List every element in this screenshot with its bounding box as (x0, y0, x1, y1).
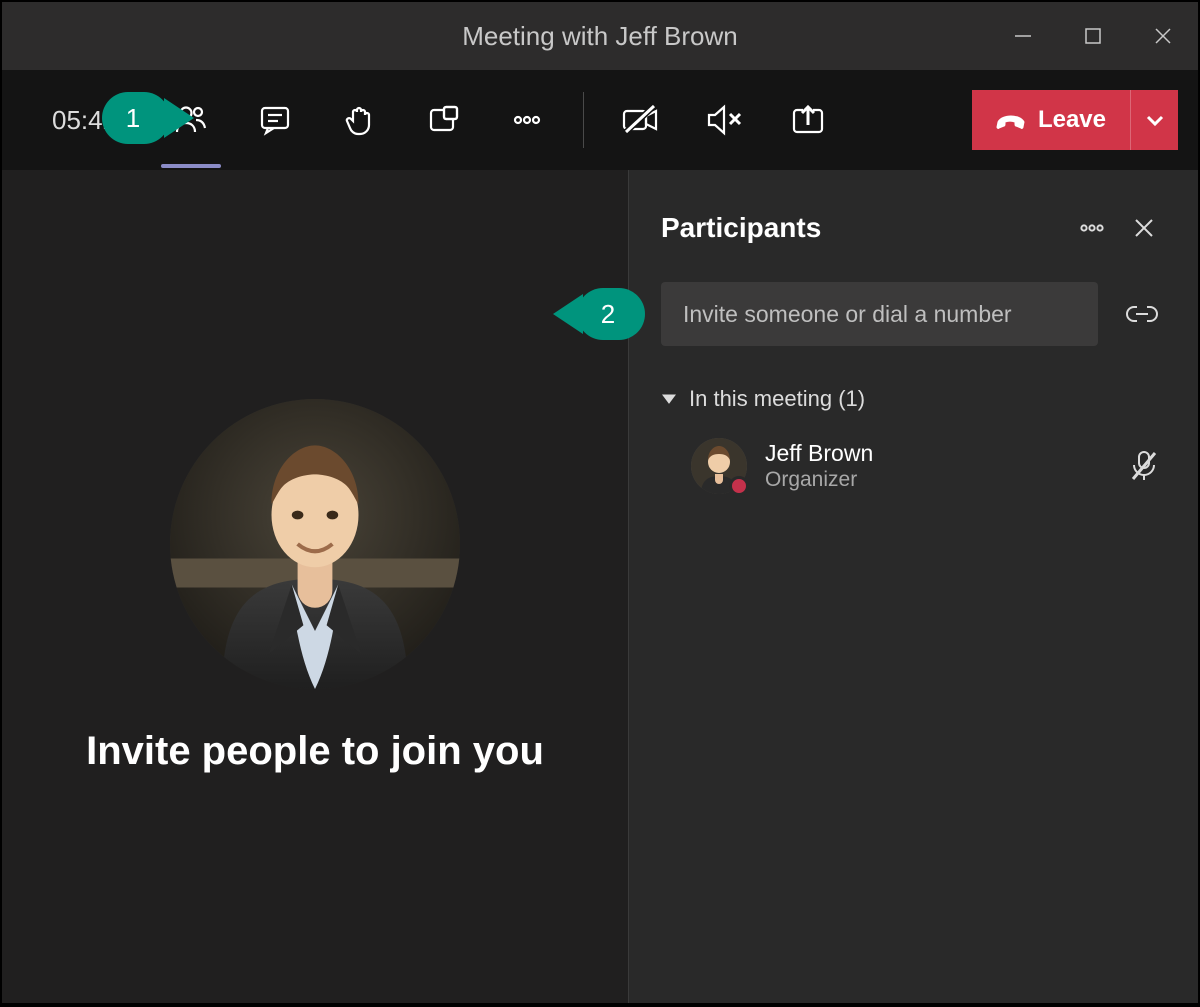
meeting-window: Meeting with Jeff Brown 05:42 (2, 2, 1198, 1003)
camera-off-button[interactable] (598, 86, 682, 154)
more-actions-button[interactable] (485, 86, 569, 154)
participants-panel: Participants 2 (628, 170, 1198, 1003)
participant-name: Jeff Brown (765, 440, 1122, 468)
mic-muted-icon[interactable] (1122, 444, 1166, 488)
in-meeting-header[interactable]: In this meeting (1) (661, 386, 1166, 412)
leave-button[interactable]: Leave (972, 90, 1130, 150)
maximize-button[interactable] (1058, 2, 1128, 70)
titlebar: Meeting with Jeff Brown (2, 2, 1198, 70)
close-button[interactable] (1128, 2, 1198, 70)
participants-more-button[interactable] (1070, 206, 1114, 250)
participant-avatar (691, 438, 747, 494)
window-controls (988, 2, 1198, 70)
raise-hand-button[interactable] (317, 86, 401, 154)
minimize-button[interactable] (988, 2, 1058, 70)
invite-input[interactable] (661, 282, 1098, 346)
copy-link-button[interactable] (1118, 290, 1166, 338)
leave-button-group: Leave (972, 90, 1178, 150)
meeting-toolbar: 05:42 (2, 70, 1198, 170)
leave-more-button[interactable] (1130, 90, 1178, 150)
share-screen-button[interactable] (766, 86, 850, 154)
meeting-body: Invite people to join you Participants 2 (2, 170, 1198, 1003)
participants-button[interactable] (149, 86, 233, 154)
in-meeting-label: In this meeting (1) (689, 386, 865, 412)
breakout-rooms-button[interactable] (401, 86, 485, 154)
leave-label: Leave (1038, 106, 1106, 134)
stage-invite-text: Invite people to join you (86, 729, 544, 774)
chat-button[interactable] (233, 86, 317, 154)
presence-busy-icon (729, 476, 749, 496)
participant-role: Organizer (765, 467, 1122, 492)
speaker-off-button[interactable] (682, 86, 766, 154)
toolbar-divider (583, 92, 584, 148)
meeting-timer: 05:42 (52, 105, 117, 136)
window-title: Meeting with Jeff Brown (462, 21, 738, 52)
participant-row[interactable]: Jeff Brown Organizer (661, 432, 1166, 500)
meeting-stage: Invite people to join you (2, 170, 628, 1003)
self-avatar (170, 399, 460, 689)
participants-title: Participants (661, 212, 1062, 244)
participants-close-button[interactable] (1122, 206, 1166, 250)
